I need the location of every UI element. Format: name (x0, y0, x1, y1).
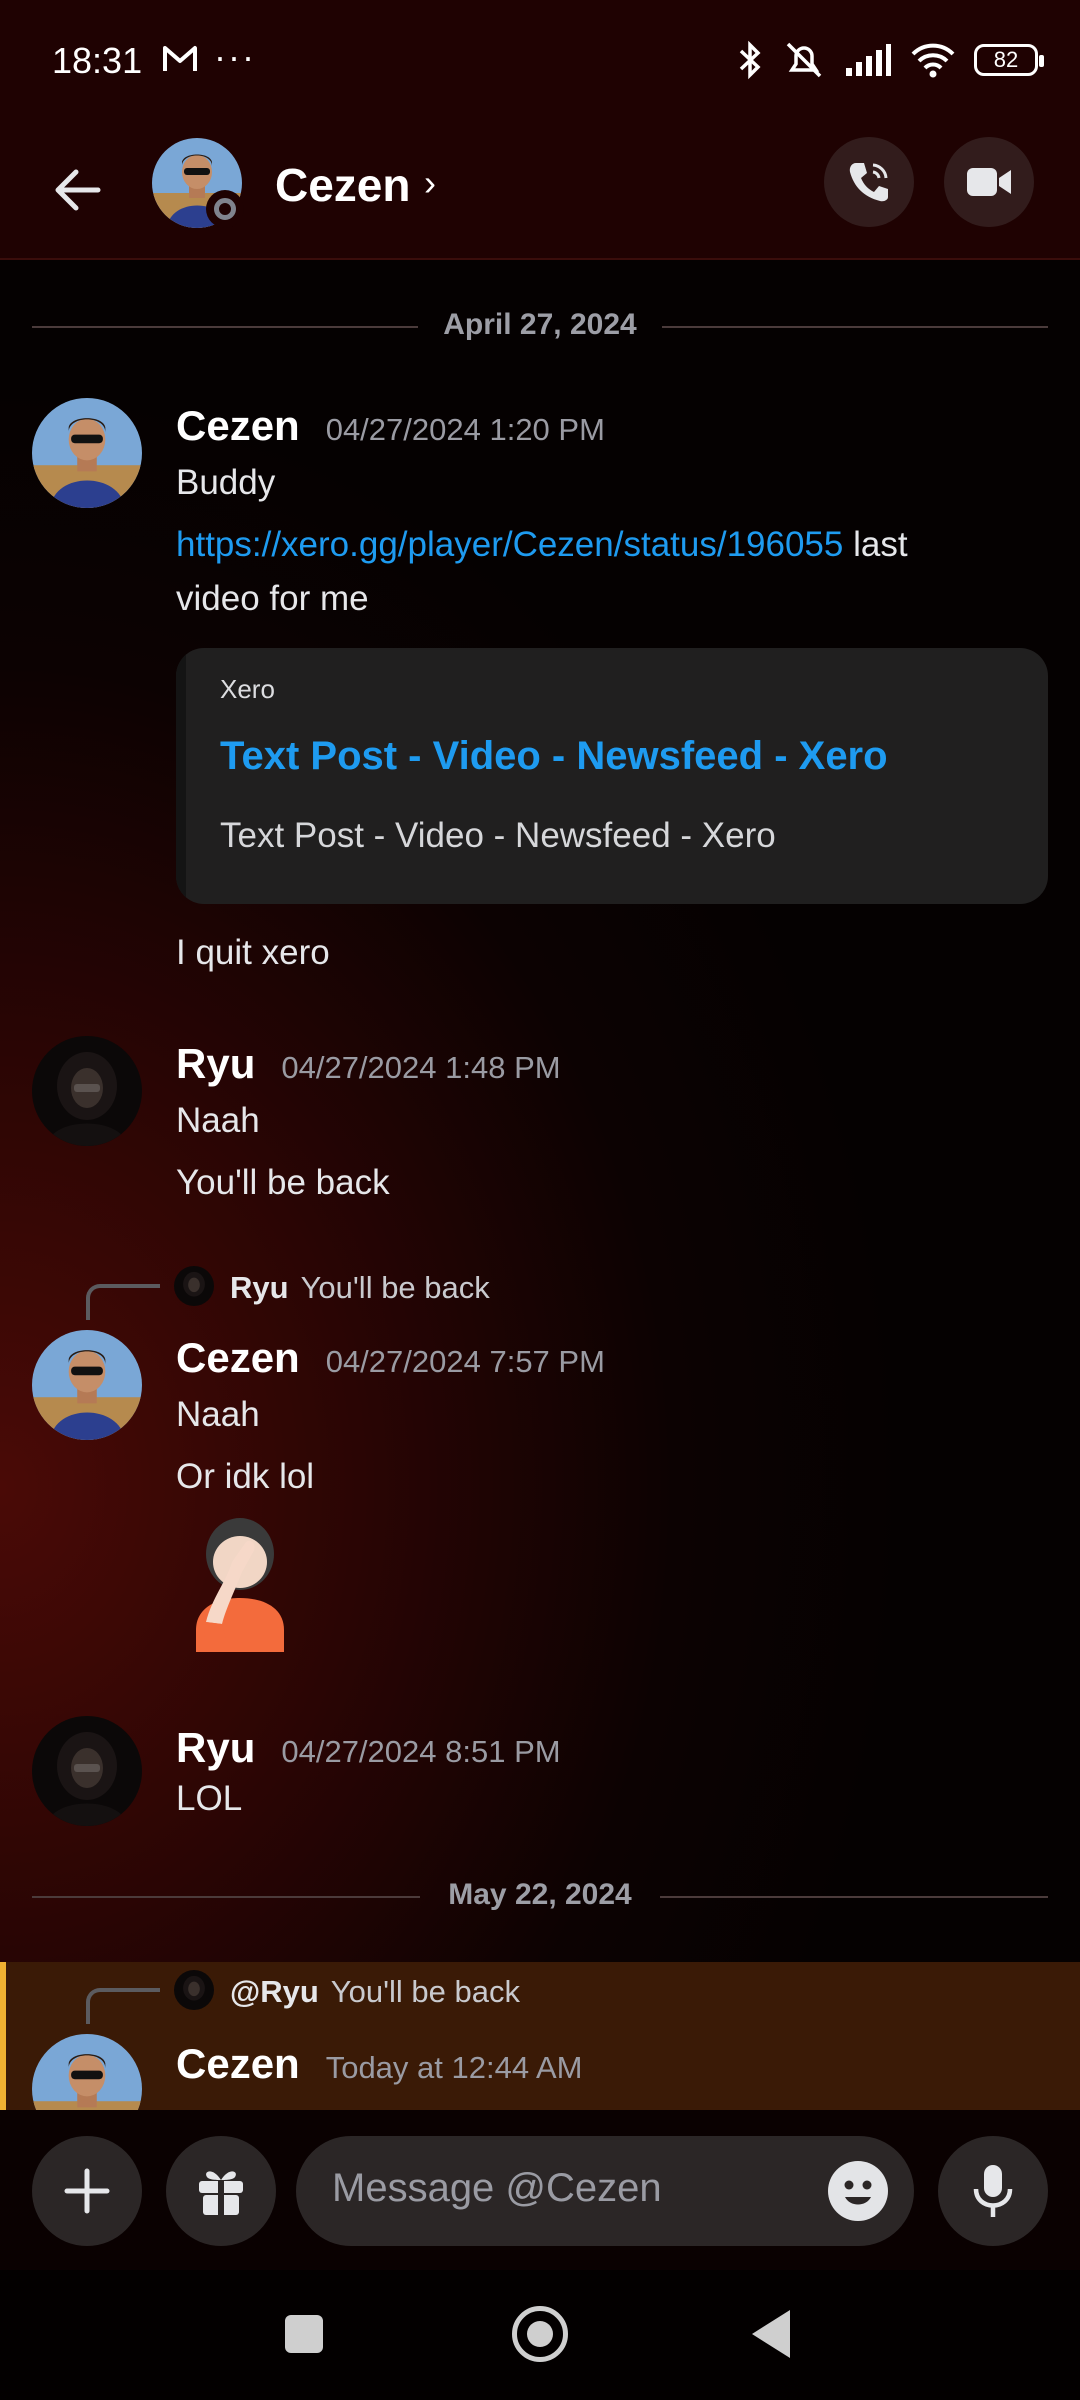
message-text: Naah (176, 1395, 260, 1434)
message-timestamp: 04/27/2024 1:20 PM (325, 412, 605, 447)
date-divider: May 22, 2024 (32, 1876, 1048, 1916)
date-divider-label: April 27, 2024 (443, 308, 637, 341)
mention-highlight (0, 1962, 1080, 2112)
author-name[interactable]: Ryu (176, 1724, 255, 1771)
offline-status-icon (206, 190, 244, 228)
phone-icon (849, 163, 888, 202)
embed-provider: Xero (220, 674, 275, 704)
author-name[interactable]: Cezen (176, 1334, 300, 1381)
add-attachment-button[interactable] (32, 2136, 142, 2246)
message-timestamp: 04/27/2024 1:48 PM (281, 1050, 561, 1085)
date-divider: April 27, 2024 (32, 306, 1048, 346)
message-timestamp: Today at 12:44 AM (325, 2050, 583, 2085)
wifi-icon (911, 43, 955, 78)
contact-name[interactable]: Cezen (275, 158, 410, 212)
message-input-placeholder: Message @Cezen (332, 2166, 662, 2210)
gift-button[interactable] (166, 2136, 276, 2246)
status-bar: 18:31 ··· 82 (0, 0, 1080, 130)
reply-author: Ryu (230, 1270, 289, 1305)
system-back-button[interactable] (752, 2310, 790, 2358)
smiley-icon (844, 2180, 872, 2205)
author-avatar-cezen[interactable] (32, 1330, 142, 1440)
chevron-right-icon[interactable]: › (424, 162, 436, 204)
mute-bell-icon (786, 42, 822, 78)
voice-call-button[interactable] (824, 137, 914, 227)
status-time: 18:31 (52, 40, 143, 81)
message-text: Naah (176, 1101, 260, 1140)
embed-title[interactable]: Text Post - Video - Newsfeed - Xero (220, 734, 888, 779)
message-timestamp: 04/27/2024 7:57 PM (325, 1344, 605, 1379)
reply-avatar (174, 1970, 214, 2010)
author-name[interactable]: Cezen (176, 402, 300, 449)
message-author[interactable]: Ryu 04/27/2024 1:48 PM (176, 1040, 561, 1088)
message-text: https://xero.gg/player/Cezen/status/1960… (176, 518, 908, 572)
video-call-button[interactable] (944, 137, 1034, 227)
message-text: Buddy (176, 463, 276, 502)
video-camera-icon (967, 168, 1011, 196)
system-nav-bar (0, 2270, 1080, 2400)
message-author[interactable]: Ryu 04/27/2024 8:51 PM (176, 1724, 561, 1772)
back-arrow-icon[interactable] (48, 160, 108, 220)
reply-author: @Ryu (230, 1974, 319, 2009)
message-timestamp: 04/27/2024 8:51 PM (281, 1734, 561, 1769)
plus-icon (64, 2168, 110, 2214)
reply-text: You'll be back (330, 1974, 520, 2009)
message-text: You'll be back (176, 1163, 390, 1202)
author-avatar-cezen[interactable] (32, 398, 142, 508)
message-author[interactable]: Cezen 04/27/2024 7:57 PM (176, 1334, 605, 1382)
message-author[interactable]: Cezen 04/27/2024 1:20 PM (176, 402, 605, 450)
message-author[interactable]: Cezen Today at 12:44 AM (176, 2040, 582, 2088)
voice-message-button[interactable] (938, 2136, 1048, 2246)
message-text-inline: last (843, 525, 908, 564)
embed-accent-bar (176, 648, 186, 904)
microphone-icon (973, 2165, 1013, 2217)
link-embed[interactable]: Xero Text Post - Video - Newsfeed - Xero… (176, 648, 1048, 904)
bluetooth-icon (739, 40, 761, 80)
author-name[interactable]: Cezen (176, 2040, 300, 2087)
embed-description: Text Post - Video - Newsfeed - Xero (220, 816, 776, 855)
message-text: LOL (176, 1779, 243, 1818)
author-avatar-ryu[interactable] (32, 1716, 142, 1826)
message-composer: Message @Cezen (0, 2110, 1080, 2270)
message-text: I quit xero (176, 933, 330, 972)
emoji-button[interactable] (828, 2161, 888, 2221)
reply-text: You'll be back (300, 1270, 490, 1305)
gmail-icon (163, 46, 197, 71)
reply-connector (86, 1988, 160, 2024)
date-divider-label: May 22, 2024 (448, 1878, 632, 1911)
battery-icon: 82 (974, 44, 1044, 76)
signal-icon (846, 44, 891, 76)
home-button[interactable] (512, 2306, 568, 2362)
gift-icon (199, 2171, 243, 2215)
message-text: Or idk lol (176, 1457, 315, 1496)
message-input[interactable]: Message @Cezen (296, 2136, 914, 2246)
chat-header: Cezen › (0, 130, 1080, 260)
message-link[interactable]: https://xero.gg/player/Cezen/status/1960… (176, 525, 843, 564)
more-notifications-icon: ··· (214, 36, 256, 77)
message-text: video for me (176, 579, 369, 618)
reply-connector (86, 1284, 160, 1320)
recents-button[interactable] (285, 2315, 323, 2353)
author-name[interactable]: Ryu (176, 1040, 255, 1087)
reply-avatar (174, 1266, 214, 1306)
author-avatar-ryu[interactable] (32, 1036, 142, 1146)
facepalm-emoji-icon (196, 1518, 284, 1652)
